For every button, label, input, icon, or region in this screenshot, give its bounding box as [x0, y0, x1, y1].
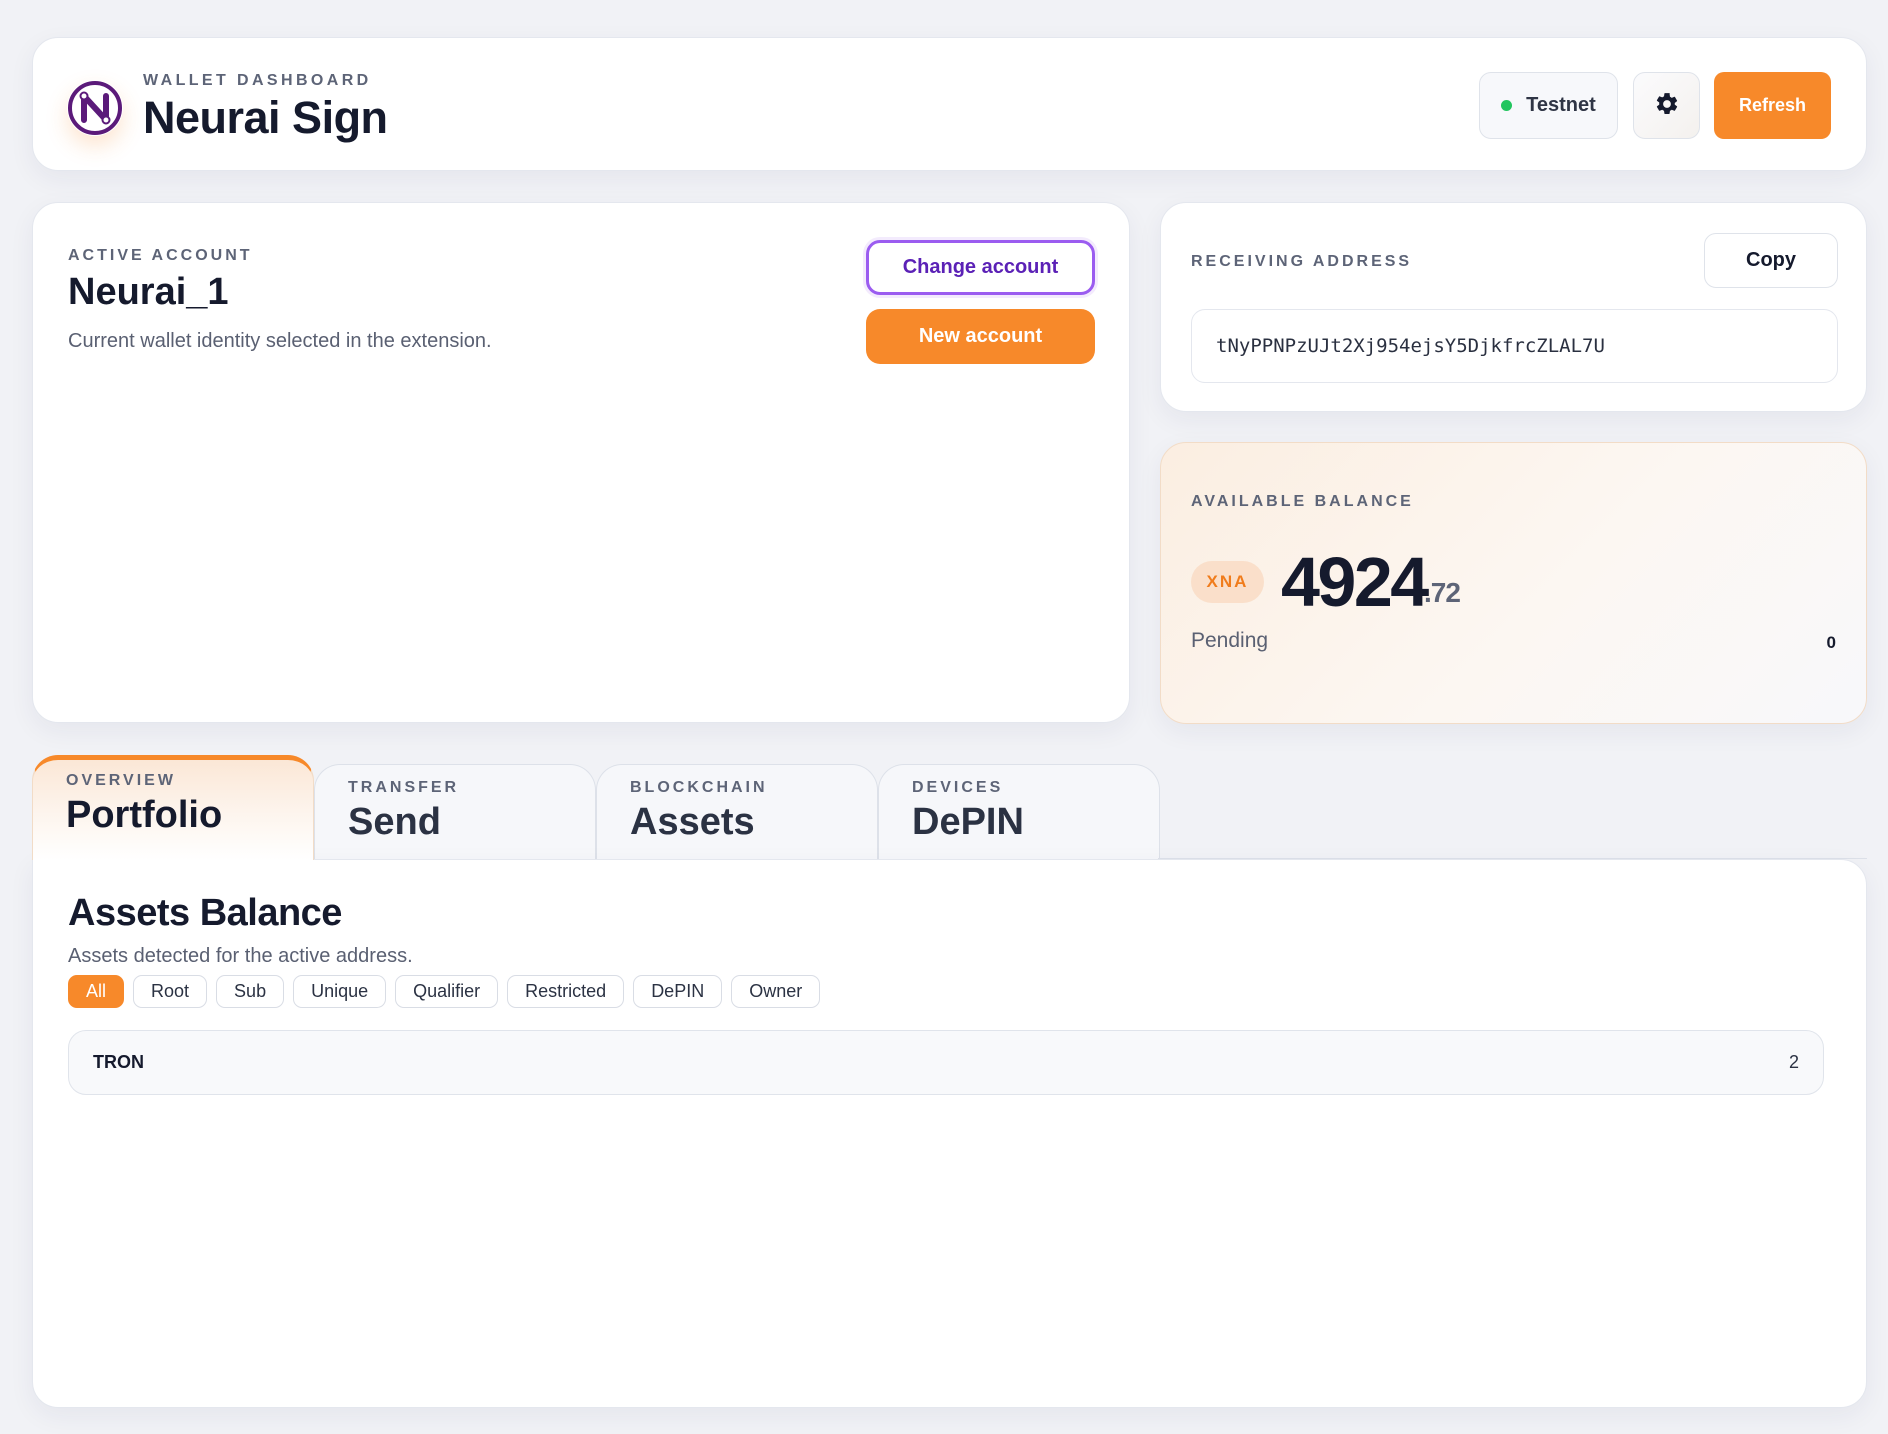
assets-balance-panel: Assets Balance Assets detected for the a…: [32, 859, 1867, 1408]
account-kicker: ACTIVE ACCOUNT: [68, 247, 253, 264]
tab-kicker: OVERVIEW: [66, 772, 176, 789]
header-kicker: WALLET DASHBOARD: [143, 72, 372, 89]
tab-kicker: BLOCKCHAIN: [630, 779, 768, 796]
filter-unique[interactable]: Unique: [293, 975, 387, 1008]
network-label: Testnet: [1526, 94, 1596, 116]
currency-badge: XNA: [1191, 561, 1264, 603]
assets-title: Assets Balance: [68, 892, 342, 934]
network-selector[interactable]: Testnet: [1479, 72, 1618, 139]
asset-quantity: 2: [1788, 1052, 1799, 1072]
account-description: Current wallet identity selected in the …: [68, 330, 492, 352]
balance-integer: 4924: [1281, 543, 1429, 621]
tab-assets[interactable]: BLOCKCHAIN Assets: [596, 764, 878, 860]
settings-button[interactable]: [1633, 72, 1700, 139]
tab-label: Send: [348, 801, 441, 843]
copy-address-button[interactable]: Copy: [1704, 233, 1838, 288]
tab-depin[interactable]: DEVICES DePIN: [878, 764, 1160, 860]
filter-root[interactable]: Root: [133, 975, 208, 1008]
account-name: Neurai_1: [68, 271, 229, 313]
assets-description: Assets detected for the active address.: [68, 945, 413, 967]
receiving-address-card: RECEIVING ADDRESS Copy tNyPPNPzUJt2Xj954…: [1160, 202, 1867, 412]
address-field[interactable]: tNyPPNPzUJt2Xj954ejsY5DjkfrcZLAL7U: [1191, 309, 1838, 383]
asset-name: TRON: [93, 1052, 144, 1072]
balance-kicker: AVAILABLE BALANCE: [1191, 493, 1414, 510]
dashboard-header: WALLET DASHBOARD Neurai Sign Testnet Ref…: [32, 37, 1867, 171]
active-account-card: ACTIVE ACCOUNT Neurai_1 Current wallet i…: [32, 202, 1130, 723]
tab-send[interactable]: TRANSFER Send: [314, 764, 596, 860]
tab-portfolio[interactable]: OVERVIEW Portfolio: [32, 755, 314, 860]
neurai-logo-icon: [67, 80, 123, 136]
new-account-button[interactable]: New account: [866, 309, 1095, 364]
filter-depin[interactable]: DePIN: [633, 975, 723, 1008]
filter-all[interactable]: All: [68, 975, 125, 1008]
tab-label: Portfolio: [66, 794, 223, 836]
tab-label: Assets: [630, 801, 755, 843]
pending-label: Pending: [1191, 629, 1269, 652]
status-dot-icon: [1501, 100, 1513, 111]
filter-qualifier[interactable]: Qualifier: [395, 975, 499, 1008]
filter-restricted[interactable]: Restricted: [507, 975, 625, 1008]
change-account-button[interactable]: Change account: [866, 240, 1095, 295]
page-title: Neurai Sign: [143, 92, 388, 143]
available-balance-card: AVAILABLE BALANCE XNA 4924 .72 Pending 0: [1160, 442, 1867, 724]
filter-sub[interactable]: Sub: [216, 975, 285, 1008]
asset-filter-bar: All Root Sub Unique Qualifier Restricted…: [68, 975, 821, 1008]
filter-owner[interactable]: Owner: [731, 975, 821, 1008]
tab-label: DePIN: [912, 801, 1024, 843]
balance-decimal: .72: [1424, 577, 1461, 608]
asset-row[interactable]: TRON 2: [68, 1030, 1824, 1095]
tab-kicker: DEVICES: [912, 779, 1004, 796]
refresh-button[interactable]: Refresh: [1714, 72, 1831, 139]
tab-kicker: TRANSFER: [348, 779, 460, 796]
gear-icon: [1654, 91, 1680, 120]
address-kicker: RECEIVING ADDRESS: [1191, 253, 1413, 270]
pending-value: 0: [1826, 633, 1836, 652]
